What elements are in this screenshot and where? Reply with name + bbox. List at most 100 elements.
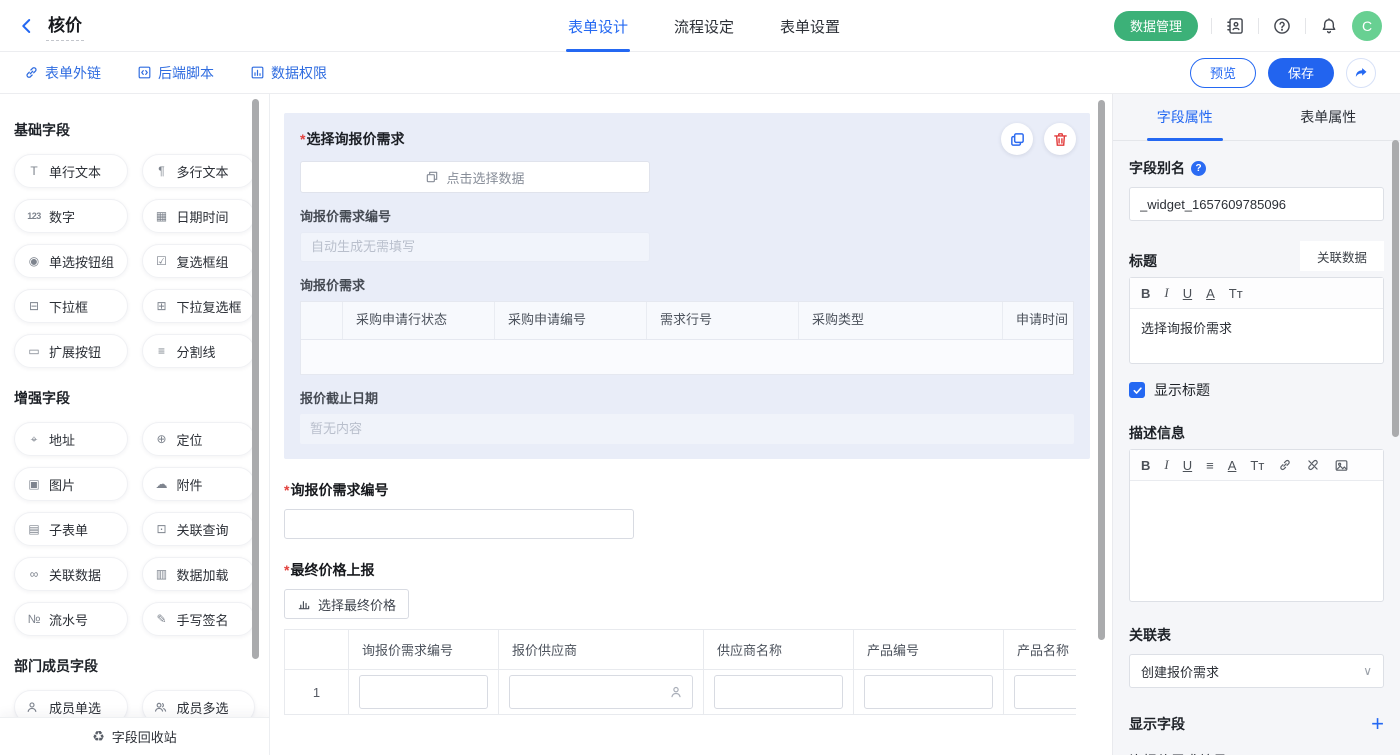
canvas-scrollbar[interactable] xyxy=(1098,100,1105,640)
field-recycle-bin[interactable]: ♻ 字段回收站 xyxy=(0,717,269,755)
field-pill-serial-number[interactable]: №流水号 xyxy=(14,602,128,636)
field-pill-extend-button[interactable]: ▭扩展按钮 xyxy=(14,334,128,368)
field-pill-data-load[interactable]: ▥数据加载 xyxy=(142,557,256,591)
image-icon[interactable] xyxy=(1334,458,1349,473)
display-fields-label: 显示字段 xyxy=(1129,714,1185,734)
field-pill-attachment[interactable]: ☁附件 xyxy=(142,467,256,501)
trash-icon xyxy=(1052,131,1069,148)
user-avatar[interactable]: C xyxy=(1352,11,1382,41)
product-name-cell-input[interactable] xyxy=(1014,675,1076,709)
tab-flow-setting[interactable]: 流程设定 xyxy=(674,0,734,52)
field-pill-divider[interactable]: ≡分割线 xyxy=(142,334,256,368)
share-button[interactable] xyxy=(1346,58,1376,88)
pen-icon: ✎ xyxy=(153,612,171,626)
font-size-button[interactable]: Tт xyxy=(1250,458,1264,473)
person-icon xyxy=(668,684,684,700)
form-canvas[interactable]: *选择询报价需求 点击选择数据 询报价需求编号 自动生成无需填写 询报价需求 采… xyxy=(270,94,1112,755)
font-color-button[interactable]: A xyxy=(1228,458,1237,473)
code-readonly-input[interactable]: 自动生成无需填写 xyxy=(300,232,650,262)
demand-code-cell-input[interactable] xyxy=(359,675,488,709)
data-manage-button[interactable]: 数据管理 xyxy=(1114,11,1198,41)
bold-button[interactable]: B xyxy=(1141,286,1150,301)
script-icon xyxy=(137,65,152,80)
back-button[interactable] xyxy=(18,17,36,35)
single-line-text-icon: T xyxy=(25,164,43,178)
italic-button[interactable]: I xyxy=(1164,457,1168,473)
tab-form-properties[interactable]: 表单属性 xyxy=(1257,94,1400,140)
recycle-icon: ♻ xyxy=(92,728,105,745)
persons-icon xyxy=(153,700,171,714)
delete-widget-button[interactable] xyxy=(1044,123,1076,155)
demand-code-input[interactable] xyxy=(284,509,634,539)
field-pill-linked-data[interactable]: ∞关联数据 xyxy=(14,557,128,591)
notification-bell-icon[interactable] xyxy=(1319,16,1339,36)
align-button[interactable]: ≡ xyxy=(1206,458,1214,473)
widget-type-tag[interactable]: 关联数据 xyxy=(1300,241,1384,271)
panel-scrollbar[interactable] xyxy=(1392,140,1399,437)
widget-demand-code[interactable]: *询报价需求编号 xyxy=(284,480,1112,539)
supplier-cell-input[interactable] xyxy=(509,675,693,709)
field-pill-image[interactable]: ▣图片 xyxy=(14,467,128,501)
table-header-cell: 产品编号 xyxy=(854,630,1004,670)
title-editor-content[interactable]: 选择询报价需求 xyxy=(1130,309,1383,363)
section-title-member: 部门成员字段 xyxy=(14,656,255,676)
font-size-button[interactable]: Tт xyxy=(1229,286,1243,301)
field-pill-single-line-text[interactable]: T单行文本 xyxy=(14,154,128,188)
field-pill-subform[interactable]: ▤子表单 xyxy=(14,512,128,546)
underline-button[interactable]: U xyxy=(1183,458,1192,473)
field-pill-checkbox-group[interactable]: ☑复选框组 xyxy=(142,244,256,278)
table-header-cell xyxy=(301,302,343,339)
product-code-cell-input[interactable] xyxy=(864,675,993,709)
save-button[interactable]: 保存 xyxy=(1268,58,1334,88)
bold-button[interactable]: B xyxy=(1141,458,1150,473)
description-editor-content[interactable] xyxy=(1130,481,1383,601)
backend-script-link[interactable]: 后端脚本 xyxy=(137,63,214,83)
data-permission-icon xyxy=(250,65,265,80)
help-icon[interactable] xyxy=(1272,16,1292,36)
table-header-cell: 询报价需求编号 xyxy=(349,630,499,670)
field-pill-linked-query[interactable]: ⊡关联查询 xyxy=(142,512,256,546)
link-icon[interactable] xyxy=(1278,458,1292,472)
show-title-checkbox[interactable] xyxy=(1129,382,1145,398)
field-pill-multi-dropdown[interactable]: ⊞下拉复选框 xyxy=(142,289,256,323)
field-pill-multi-line-text[interactable]: ¶多行文本 xyxy=(142,154,256,188)
unlink-icon[interactable] xyxy=(1306,458,1320,472)
contacts-book-icon[interactable] xyxy=(1225,16,1245,36)
field-pill-address[interactable]: ⌖地址 xyxy=(14,422,128,456)
alias-help-icon[interactable]: ? xyxy=(1191,161,1206,176)
field-pill-number[interactable]: 123数字 xyxy=(14,199,128,233)
extend-button-icon: ▭ xyxy=(25,344,43,358)
final-price-table: 询报价需求编号 报价供应商 供应商名称 产品编号 产品名称 1 xyxy=(284,629,1076,715)
field-pill-dropdown[interactable]: ⊟下拉框 xyxy=(14,289,128,323)
underline-button[interactable]: U xyxy=(1183,286,1192,301)
field-pill-datetime[interactable]: ▦日期时间 xyxy=(142,199,256,233)
display-field-item[interactable]: 询报价需求编号 xyxy=(1129,751,1384,755)
tab-field-properties[interactable]: 字段属性 xyxy=(1113,94,1257,140)
widget-final-price[interactable]: *最终价格上报 选择最终价格 询报价需求编号 报价供应商 供应商名称 产品编号 … xyxy=(284,560,1112,715)
select-final-price-button[interactable]: 选择最终价格 xyxy=(284,589,409,619)
data-permission-link[interactable]: 数据权限 xyxy=(250,63,327,83)
tab-form-design[interactable]: 表单设计 xyxy=(568,0,628,52)
add-display-field-button[interactable]: + xyxy=(1371,716,1384,732)
divider-icon: ≡ xyxy=(153,344,171,358)
font-color-button[interactable]: A xyxy=(1206,286,1215,301)
field-pill-signature[interactable]: ✎手写签名 xyxy=(142,602,256,636)
location-pin-icon: ⌖ xyxy=(25,432,43,447)
supplier-name-cell-input[interactable] xyxy=(714,675,843,709)
demand-table-header: 采购申请行状态 采购申请编号 需求行号 采购类型 申请时间 xyxy=(300,301,1074,339)
main-tabs: 表单设计 流程设定 表单设置 xyxy=(568,0,840,52)
duplicate-widget-button[interactable] xyxy=(1001,123,1033,155)
related-table-select[interactable]: 创建报价需求 ∨ xyxy=(1129,654,1384,688)
field-pill-radio-group[interactable]: ◉单选按钮组 xyxy=(14,244,128,278)
widget-title: *选择询报价需求 xyxy=(300,129,1074,149)
selected-widget-linked-data[interactable]: *选择询报价需求 点击选择数据 询报价需求编号 自动生成无需填写 询报价需求 采… xyxy=(284,113,1090,459)
preview-button[interactable]: 预览 xyxy=(1190,58,1256,88)
italic-button[interactable]: I xyxy=(1164,285,1168,301)
select-data-button[interactable]: 点击选择数据 xyxy=(300,161,650,193)
page-title[interactable]: 核价 xyxy=(46,11,84,41)
field-alias-input[interactable] xyxy=(1129,187,1384,221)
form-external-link[interactable]: 表单外链 xyxy=(24,63,101,83)
tab-form-setting[interactable]: 表单设置 xyxy=(780,0,840,52)
sidebar-scrollbar[interactable] xyxy=(252,99,259,659)
field-pill-geolocation[interactable]: ⊕定位 xyxy=(142,422,256,456)
